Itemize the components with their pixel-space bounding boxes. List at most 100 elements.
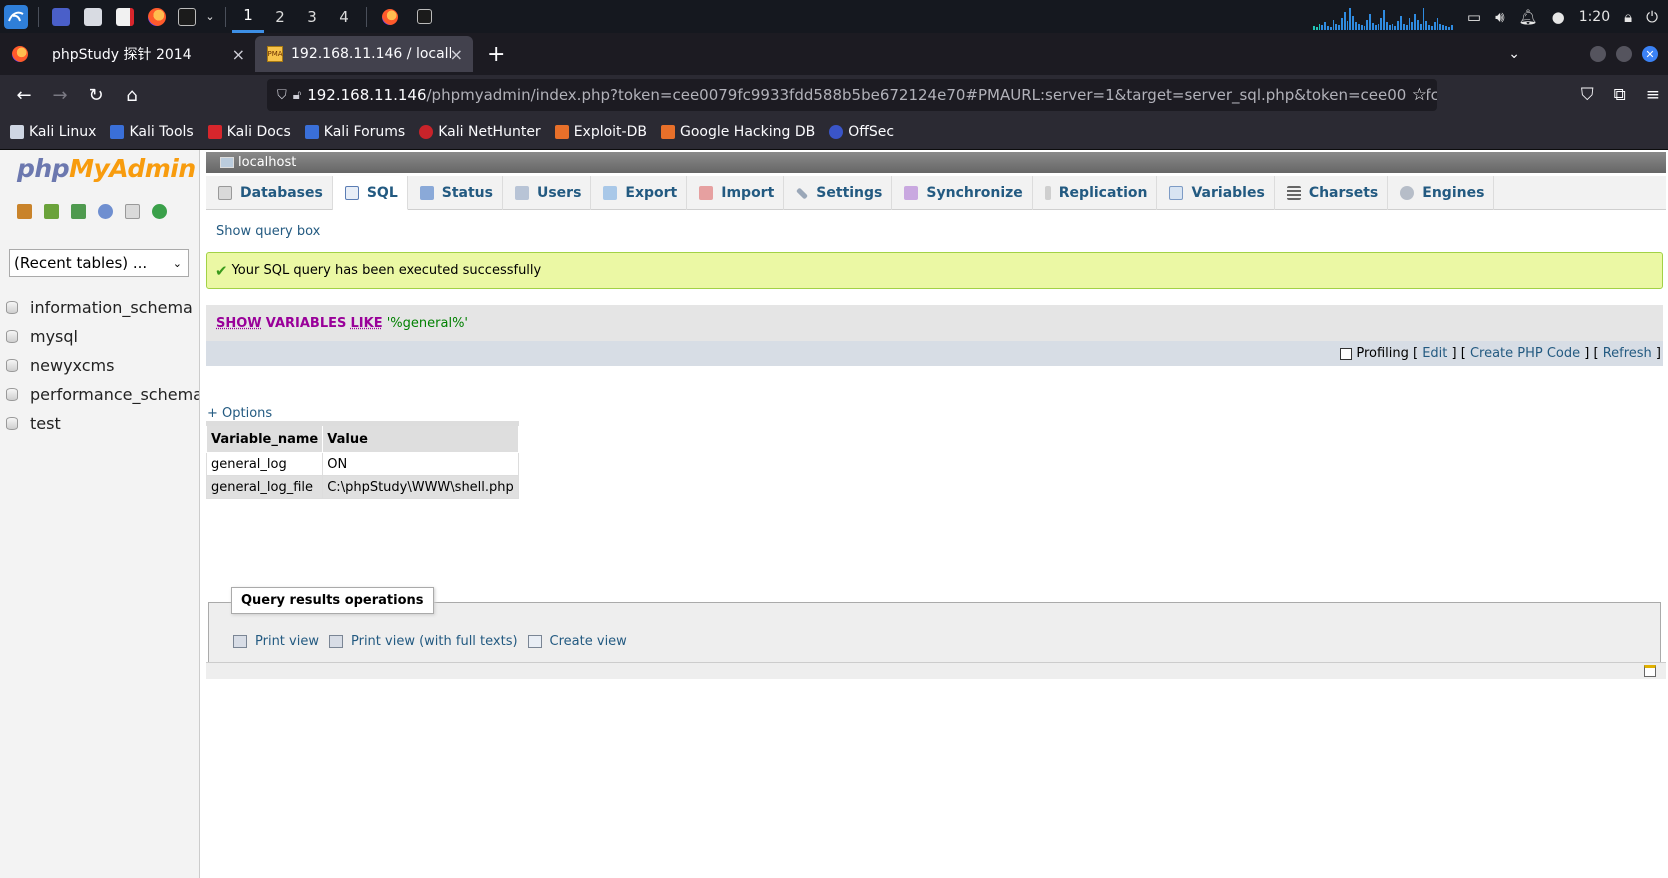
insecure-lock-icon[interactable]: 🔓︎ [293, 88, 301, 103]
server-breadcrumb[interactable]: localhost [206, 152, 1666, 173]
pocket-icon[interactable]: ⛉ [1581, 85, 1594, 105]
cpu-bar [1329, 26, 1332, 30]
tab-status[interactable]: Status [408, 176, 503, 210]
logout-icon[interactable] [44, 204, 59, 219]
tab-import[interactable]: Import [687, 176, 785, 210]
bookmark-star-icon[interactable]: ☆ [1405, 85, 1427, 105]
minimize-icon[interactable] [1590, 46, 1606, 62]
db-item-mysql[interactable]: mysql [6, 322, 199, 351]
sql-string: '%general%' [386, 315, 468, 331]
column-header[interactable]: Value [322, 421, 519, 453]
bookmark-google-hacking-db[interactable]: Google Hacking DB [660, 124, 815, 140]
back-icon[interactable]: ← [7, 78, 41, 112]
console-bar[interactable] [206, 662, 1666, 679]
bell-icon[interactable]: 🔔︎ [1519, 8, 1538, 26]
db-item-test[interactable]: test [6, 409, 199, 438]
shield-icon[interactable]: ⛉ [277, 88, 287, 103]
docs-icon[interactable] [125, 204, 140, 219]
tab-databases[interactable]: Databases [206, 176, 333, 210]
options-link[interactable]: + Options [207, 406, 272, 421]
home-icon[interactable] [17, 204, 32, 219]
create-php-code-link[interactable]: Create PHP Code [1470, 346, 1580, 361]
new-tab-button[interactable]: + [487, 33, 505, 75]
cpu-bar [1380, 17, 1383, 30]
maximize-icon[interactable] [1616, 46, 1632, 62]
screen-icon[interactable]: ▭ [1467, 8, 1481, 26]
tab-sql[interactable]: SQL [332, 176, 408, 210]
column-header[interactable]: Variable_name [205, 421, 324, 453]
chevron-down-icon: ⌄ [172, 256, 182, 270]
print-view-full-link[interactable]: Print view (with full texts) [328, 634, 518, 649]
terminal-icon[interactable] [173, 0, 201, 33]
reload-nav-icon[interactable] [152, 204, 167, 219]
text-editor-icon[interactable] [109, 0, 141, 33]
tab-export[interactable]: Export [591, 176, 688, 210]
create-view-link[interactable]: Create view [527, 634, 627, 649]
tab-synchronize[interactable]: Synchronize [892, 176, 1033, 210]
profiling-checkbox[interactable] [1340, 347, 1353, 360]
tab-phpmyadmin[interactable]: PMA 192.168.11.146 / localhost × [255, 36, 473, 72]
print-icon [328, 635, 343, 648]
print-view-link[interactable]: Print view [233, 634, 319, 649]
close-tab-icon[interactable]: × [232, 45, 245, 64]
query-window-icon[interactable] [71, 204, 86, 219]
sql-query-display: SHOW VARIABLES LIKE '%general%' [206, 305, 1663, 341]
workspace-4[interactable]: 4 [328, 0, 360, 33]
bookmark-kali-tools[interactable]: Kali Tools [110, 124, 194, 140]
home-icon[interactable]: ⌂ [115, 78, 149, 112]
chevron-down-icon[interactable]: ⌄ [201, 0, 219, 33]
desktop-icon[interactable] [45, 0, 77, 33]
lock-icon[interactable]: 🔒︎ [1624, 8, 1632, 26]
menu-icon[interactable]: ≡ [1646, 85, 1660, 105]
phpmyadmin-favicon-icon: PMA [267, 46, 283, 62]
forward-icon[interactable]: → [43, 78, 77, 112]
show-query-box-link[interactable]: Show query box [216, 224, 320, 239]
refresh-link[interactable]: Refresh [1603, 346, 1652, 361]
terminal-task-icon[interactable] [407, 0, 441, 33]
bookmark-kali-nethunter[interactable]: Kali NetHunter [419, 124, 541, 140]
workspace-1[interactable]: 1 [232, 0, 264, 33]
url-bar[interactable]: ⛉ 🔓︎ 192.168.11.146/phpmyadmin/index.php… [267, 79, 1437, 111]
close-window-icon[interactable]: ✕ [1642, 46, 1658, 62]
sql-keyword[interactable]: LIKE [351, 316, 383, 331]
tab-engines[interactable]: Engines [1388, 176, 1495, 210]
power-icon[interactable]: ⏻ [1646, 8, 1658, 26]
db-item-newyxcms[interactable]: newyxcms [6, 351, 199, 380]
firefox-task-icon[interactable] [373, 0, 407, 33]
update-icon[interactable]: ● [1552, 8, 1565, 26]
close-tab-icon[interactable]: × [450, 45, 463, 64]
tab-settings[interactable]: Settings [784, 176, 893, 210]
bookmark-offsec[interactable]: OffSec [829, 124, 894, 140]
kali-menu-icon[interactable] [0, 0, 32, 33]
console-toggle-icon[interactable] [1644, 665, 1656, 677]
tab-variables[interactable]: Variables [1157, 176, 1275, 210]
workspace-2[interactable]: 2 [264, 0, 296, 33]
reload-icon[interactable]: ↻ [79, 78, 113, 112]
cpu-bar [1436, 17, 1439, 30]
sql-keyword[interactable]: SHOW [216, 316, 262, 331]
edit-link[interactable]: Edit [1422, 346, 1447, 361]
cpu-bar [1442, 24, 1445, 30]
tab-charsets[interactable]: Charsets [1275, 176, 1389, 210]
recent-tables-select[interactable]: (Recent tables) ... ⌄ [9, 249, 189, 277]
workspace-3[interactable]: 3 [296, 0, 328, 33]
clock[interactable]: 1:20 [1579, 9, 1610, 25]
volume-icon[interactable]: 🔊︎ [1495, 8, 1504, 26]
db-item-information-schema[interactable]: information_schema [6, 293, 199, 322]
phpmyadmin-logo[interactable]: phpMyAdmin [17, 154, 196, 183]
tab-replication[interactable]: Replication [1033, 176, 1158, 210]
help-icon[interactable] [98, 204, 113, 219]
bookmark-exploit-db[interactable]: Exploit-DB [554, 124, 647, 140]
query-tools: Profiling [ Edit ] [ Create PHP Code ] [… [206, 341, 1663, 366]
system-taskbar: ⌄ 1 2 3 4 ▭ 🔊︎ 🔔︎ ● 1:20 🔒︎ ⏻ [0, 0, 1668, 33]
tab-users[interactable]: Users [503, 176, 592, 210]
bookmark-kali-forums[interactable]: Kali Forums [304, 124, 405, 140]
bookmark-kali-linux[interactable]: Kali Linux [10, 124, 96, 140]
extensions-icon[interactable]: ⧉ [1614, 85, 1626, 105]
bookmark-kali-docs[interactable]: Kali Docs [207, 124, 291, 140]
list-tabs-icon[interactable]: ⌄ [1508, 46, 1520, 62]
file-manager-icon[interactable] [77, 0, 109, 33]
db-item-performance-schema[interactable]: performance_schema [6, 380, 199, 409]
tab-phpstudy[interactable]: phpStudy 探针 2014 × [0, 33, 255, 75]
firefox-icon[interactable] [141, 0, 173, 33]
